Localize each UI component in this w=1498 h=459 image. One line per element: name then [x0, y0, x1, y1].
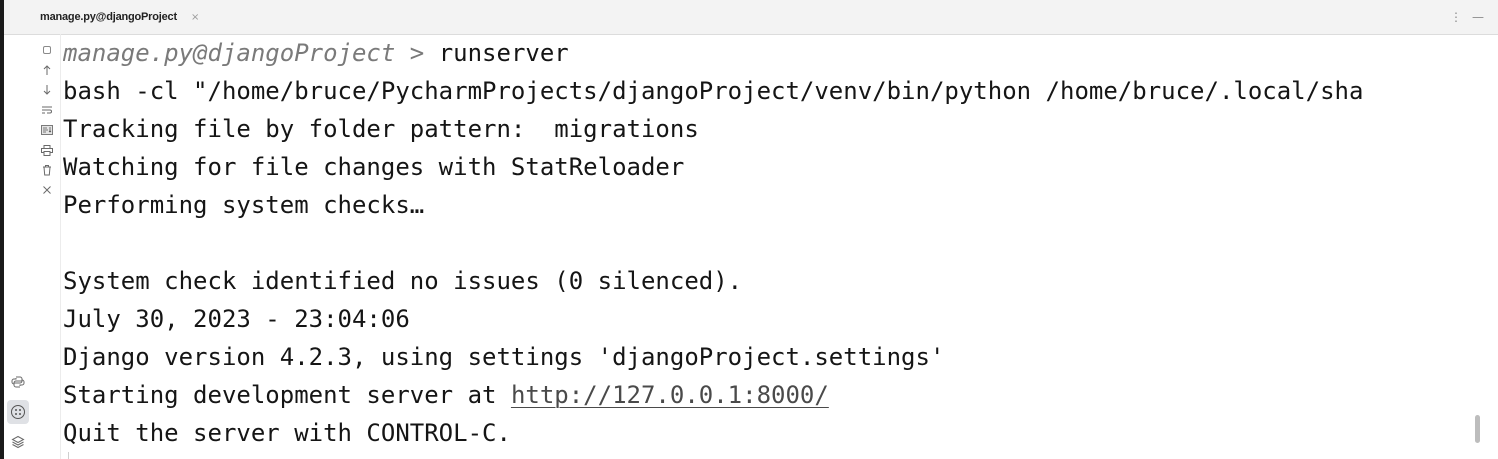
side-tool-strip	[6, 370, 30, 454]
console-toolbar	[36, 40, 58, 200]
server-start-prefix: Starting development server at	[63, 381, 511, 409]
console-line: July 30, 2023 - 23:04:06	[63, 305, 410, 333]
console-line: System check identified no issues (0 sil…	[63, 267, 743, 295]
tab-actions: ⋮ —	[1450, 0, 1484, 34]
close-icon[interactable]	[38, 180, 56, 200]
server-url-link[interactable]: http://127.0.0.1:8000/	[511, 381, 829, 409]
console-line: bash -cl "/home/bruce/PycharmProjects/dj…	[63, 77, 1364, 105]
down-arrow-icon[interactable]	[38, 80, 56, 100]
tab-close-icon[interactable]: ×	[191, 12, 199, 23]
tab-manage-py[interactable]: manage.py@djangoProject ×	[40, 0, 199, 34]
more-options-icon[interactable]: ⋮	[1450, 10, 1462, 24]
minimize-icon[interactable]: —	[1472, 10, 1484, 24]
server-start-line: Starting development server at http://12…	[63, 376, 1481, 414]
tool-window-tabbar: manage.py@djangoProject × ⋮ —	[4, 0, 1498, 35]
python-packages-icon[interactable]	[7, 370, 29, 394]
prompt-separator: >	[395, 39, 439, 67]
console-line: Django version 4.2.3, using settings 'dj…	[63, 343, 945, 371]
quit-instruction-line: Quit the server with CONTROL-C.	[63, 419, 511, 447]
text-caret	[68, 452, 69, 459]
console-line: Performing system checks…	[63, 191, 425, 219]
up-arrow-icon[interactable]	[38, 60, 56, 80]
prompt-line: manage.py@djangoProject > runserver	[63, 34, 1481, 72]
print-icon[interactable]	[38, 140, 56, 160]
scroll-to-end-icon[interactable]	[38, 120, 56, 140]
window-frame-edge	[0, 0, 4, 459]
console-line: Tracking file by folder pattern: migrati…	[63, 115, 699, 143]
console-output[interactable]: manage.py@djangoProject > runserver bash…	[63, 34, 1481, 459]
gutter-divider	[60, 34, 61, 459]
soft-wrap-icon[interactable]	[38, 100, 56, 120]
stop-icon[interactable]	[38, 40, 56, 60]
vertical-scrollbar[interactable]	[1475, 415, 1480, 443]
console-line: Watching for file changes with StatReloa…	[63, 153, 685, 181]
layers-icon[interactable]	[7, 430, 29, 454]
tab-title: manage.py@djangoProject	[40, 11, 177, 23]
trash-icon[interactable]	[38, 160, 56, 180]
services-icon[interactable]	[7, 400, 29, 424]
prompt-command: runserver	[438, 39, 569, 67]
prompt-path: manage.py@djangoProject	[63, 39, 396, 67]
